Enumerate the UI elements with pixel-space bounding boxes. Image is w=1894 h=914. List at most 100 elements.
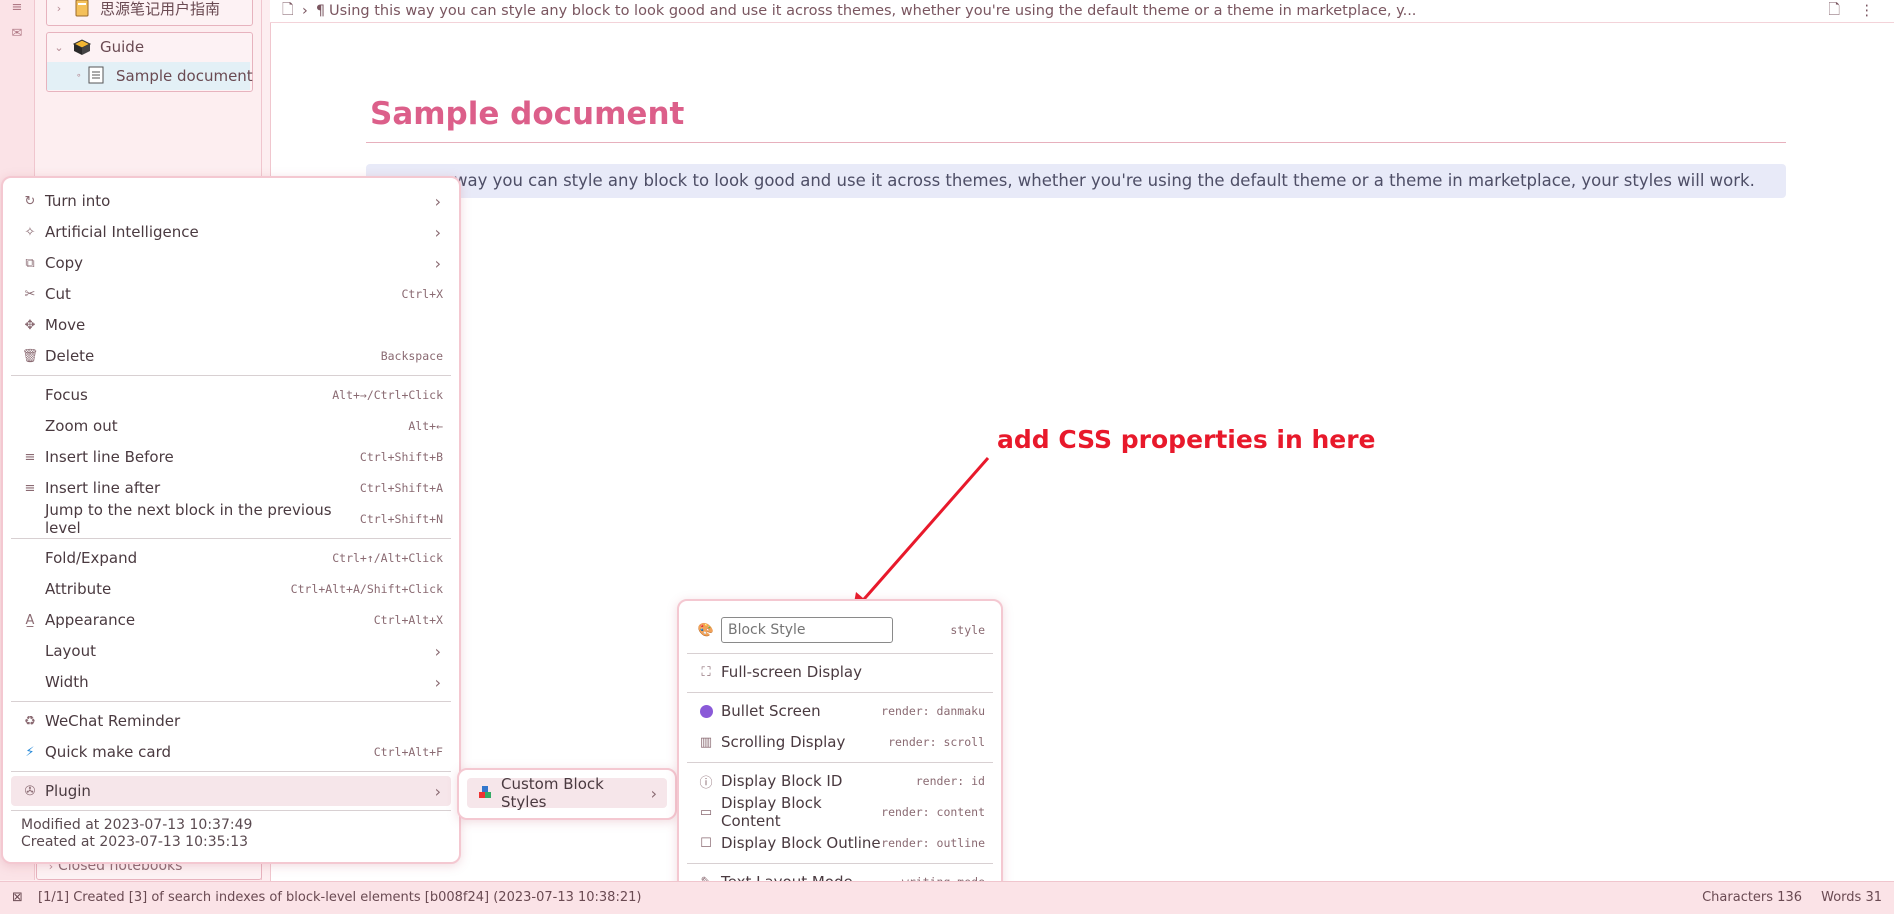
menu-item-insert-line-after[interactable]: ≡ Insert line after Ctrl+Shift+A [11, 473, 451, 503]
modified-timestamp: Modified at 2023-07-13 10:37:49 [21, 817, 253, 833]
status-icon[interactable]: ⊠ [12, 890, 23, 905]
menu-item-quick-make-card[interactable]: ⚡ Quick make card Ctrl+Alt+F [11, 737, 451, 767]
menu-item-cut[interactable]: ✂ Cut Ctrl+X [11, 279, 451, 309]
doc-item-sample[interactable]: ∘ Sample document [76, 62, 253, 90]
fullscreen-item[interactable]: ⛶ Full-screen Display [687, 657, 993, 687]
created-timestamp: Created at 2023-07-13 10:35:13 [21, 834, 249, 850]
menu-item-fold-expand[interactable]: Fold/Expand Ctrl+↑/Alt+Click [11, 543, 451, 573]
bullet-screen-code: render: danmaku [881, 704, 985, 718]
page-title[interactable]: Sample document [370, 96, 684, 132]
menu-item-spacer [19, 387, 41, 403]
menu-item-zoom-out[interactable]: Zoom out Alt+← [11, 411, 451, 441]
block-outline-code: render: outline [881, 836, 985, 850]
menu-item-focus[interactable]: Focus Alt+→/Ctrl+Click [11, 380, 451, 410]
menu-item-label: Artificial Intelligence [45, 223, 199, 241]
menu-item-plugin[interactable]: ✇ Plugin › [11, 776, 451, 806]
chevron-right-icon[interactable]: › [52, 2, 66, 15]
doc-label: Sample document [116, 67, 253, 85]
chevron-right-icon: › [434, 641, 441, 661]
menu-item-shortcut: Ctrl+Shift+A [359, 481, 443, 495]
menu-separator [11, 375, 451, 376]
block-id-code: render: id [915, 774, 985, 788]
chevron-right-icon: › [434, 191, 441, 211]
title-divider [366, 142, 1786, 143]
chevron-right-icon: › [434, 253, 441, 273]
insert-before-icon: ≡ [24, 449, 36, 465]
block-id-item[interactable]: ⓘ Display Block ID render: id [687, 766, 993, 796]
menu-item-label: Zoom out [45, 417, 118, 435]
menu-item-shortcut: Ctrl+Alt+A/Shift+Click [290, 582, 443, 596]
block-style-row: 🎨 style [687, 615, 993, 645]
notebook-icon [72, 0, 92, 18]
content-icon: ▭ [699, 804, 713, 820]
menu-item-label: Plugin [45, 782, 91, 800]
menu-item-move[interactable]: ✥ Move [11, 310, 451, 340]
menu-item-label: Copy [45, 254, 84, 272]
breadcrumb: 🗋 › ¶ Using this way you can style any b… [270, 0, 1894, 23]
menu-separator [687, 653, 993, 654]
insert-after-icon: ≡ [24, 480, 36, 496]
menu-item-appearance[interactable]: A̲ Appearance Ctrl+Alt+X [11, 605, 451, 635]
bullet-screen-item[interactable]: Bullet Screen render: danmaku [687, 696, 993, 726]
menu-item-jump-to-the-next-block-in-the-previous-level[interactable]: Jump to the next block in the previous l… [11, 501, 451, 537]
notebook-label: Guide [100, 38, 145, 56]
notebook-item-guide-cn[interactable]: › 思源笔记用户指南 [52, 0, 220, 22]
menu-separator [687, 692, 993, 693]
paragraph-block[interactable]: way you can style any block to look good… [366, 164, 1786, 198]
document-icon[interactable]: 🗋 [1828, 0, 1840, 24]
menu-item-shortcut: Ctrl+Alt+F [373, 745, 443, 759]
menu-item-label: Layout [45, 642, 96, 660]
menu-icon[interactable]: ≡ [9, 0, 25, 16]
menu-item-attribute[interactable]: Attribute Ctrl+Alt+A/Shift+Click [11, 574, 451, 604]
document-icon[interactable]: 🗋 [282, 0, 296, 24]
menu-item-shortcut: Alt+← [408, 419, 443, 433]
notebook-label: 思源笔记用户指南 [100, 0, 221, 18]
block-content-label: Display Block Content [721, 794, 822, 830]
more-icon[interactable]: ⋮ [1860, 3, 1875, 19]
menu-item-artificial-intelligence[interactable]: ✧ Artificial Intelligence › [11, 217, 451, 247]
menu-item-spacer [19, 581, 41, 597]
menu-item-insert-line-before[interactable]: ≡ Insert line Before Ctrl+Shift+B [11, 442, 451, 472]
menu-item-copy[interactable]: ⧉ Copy › [11, 248, 451, 278]
menu-item-label: Fold/Expand [45, 549, 138, 567]
custom-block-styles-item[interactable]: Custom Block Styles › [467, 775, 667, 811]
menu-item-label: Insert line after [45, 479, 161, 497]
menu-item-shortcut: Backspace [380, 349, 443, 363]
wechat-icon: ♻ [24, 713, 36, 729]
breadcrumb-path[interactable]: Using this way you can style any block t… [329, 3, 1416, 19]
menu-separator [687, 863, 993, 864]
paragraph-icon[interactable]: ¶ [316, 3, 325, 19]
inbox-icon[interactable]: ✉ [9, 26, 25, 42]
chevron-down-icon[interactable]: ⌄ [52, 41, 66, 54]
block-outline-label: Display Block Outline [721, 834, 881, 852]
block-outline-item[interactable]: ☐ Display Block Outline render: outline [687, 828, 993, 858]
menu-item-label: Turn into [45, 192, 111, 210]
scroll-icon: ▥ [699, 734, 713, 750]
menu-item-delete[interactable]: 🗑 Delete Backspace [11, 341, 451, 371]
move-icon: ✥ [24, 317, 36, 333]
scrolling-display-item[interactable]: ▥ Scrolling Display render: scroll [687, 727, 993, 757]
menu-separator [11, 810, 451, 811]
menu-item-label: Attribute [45, 580, 112, 598]
block-content-item[interactable]: ▭ Display Block Content render: content [687, 794, 993, 830]
block-id-label: Display Block ID [721, 772, 843, 790]
menu-item-turn-into[interactable]: ↻ Turn into › [11, 186, 451, 216]
block-style-input[interactable] [721, 617, 893, 643]
custom-block-styles-label: Custom Block Styles [501, 775, 604, 811]
refresh-icon: ↻ [24, 193, 36, 209]
menu-item-shortcut: Ctrl+Alt+X [373, 613, 443, 627]
paragraph-text[interactable]: way you can style any block to look good… [454, 171, 1755, 190]
menu-item-layout[interactable]: Layout › [11, 636, 451, 666]
chevron-right-icon: › [434, 781, 441, 801]
document-icon [88, 66, 108, 86]
info-icon: ⓘ [699, 775, 713, 791]
copy-icon: ⧉ [25, 255, 35, 271]
notebook-item-guide[interactable]: ⌄ Guide [52, 33, 144, 61]
outline-icon: ☐ [700, 835, 712, 851]
annotation-text: add CSS properties in here [997, 425, 1376, 454]
menu-item-label: Quick make card [45, 743, 171, 761]
fullscreen-label: Full-screen Display [721, 663, 862, 681]
menu-item-wechat-reminder[interactable]: ♻ WeChat Reminder [11, 706, 451, 736]
block-style-hint: style [950, 623, 985, 637]
menu-item-width[interactable]: Width › [11, 667, 451, 697]
